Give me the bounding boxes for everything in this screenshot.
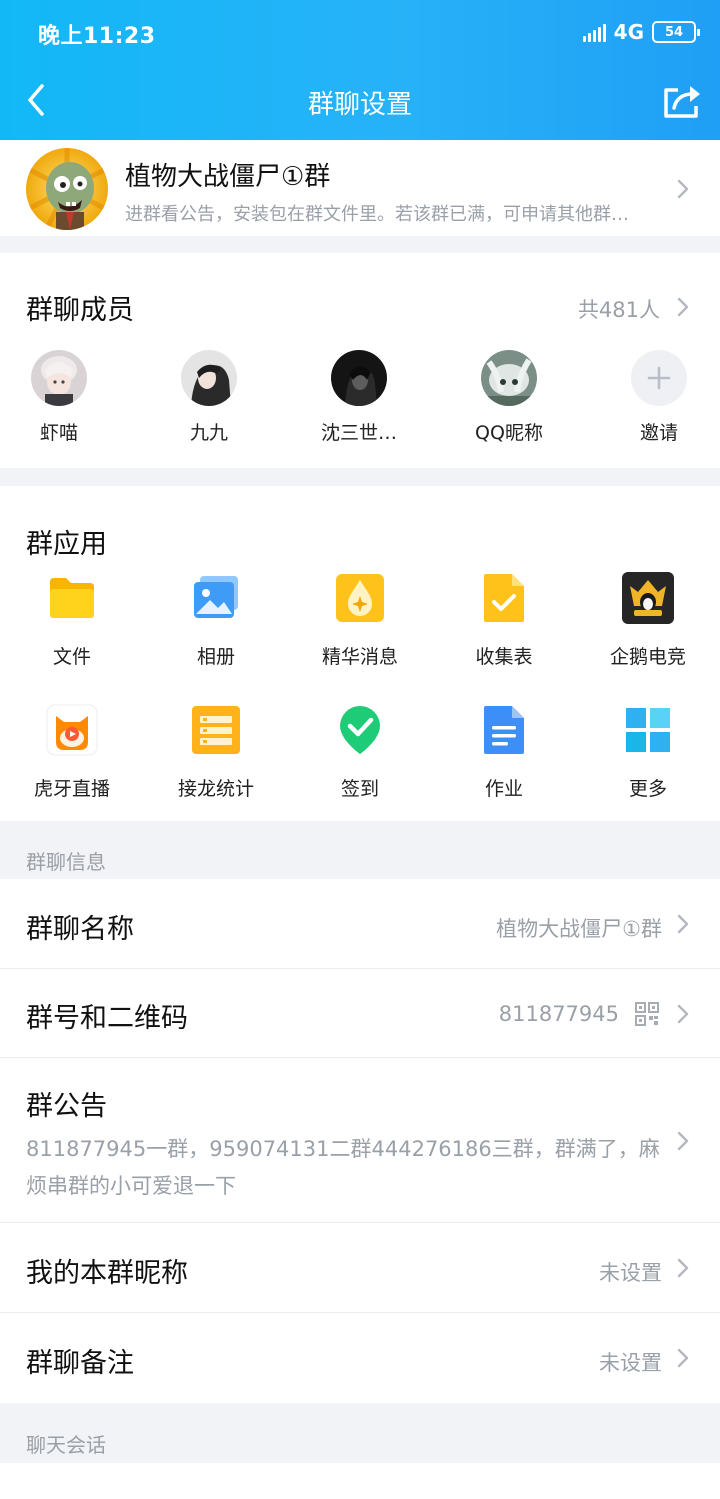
row-label: 群聊名称 (26, 914, 134, 945)
invite-button[interactable]: 邀请 (604, 350, 714, 445)
battery-icon: 54 (652, 21, 700, 43)
member-avatar (31, 350, 87, 406)
app-label: 相册 (196, 646, 235, 668)
homework-icon (484, 706, 524, 754)
chevron-right-icon (677, 1348, 689, 1368)
app-label: 文件 (52, 646, 91, 668)
plus-icon (631, 350, 687, 406)
row-value: 未设置 (599, 1261, 662, 1285)
chevron-right-icon (677, 914, 689, 934)
share-icon[interactable] (660, 80, 704, 122)
row-value: 811877945 (498, 1002, 619, 1026)
status-indicators: 4G 54 (582, 18, 700, 46)
group-number-row[interactable]: 群号和二维码 811877945 (0, 969, 720, 1057)
group-name: 植物大战僵尸①群 (125, 162, 331, 192)
more-grid-icon (626, 708, 670, 752)
apps-title: 群应用 (26, 529, 107, 560)
app-item-essence[interactable]: 精华消息 (300, 572, 420, 669)
group-name-row[interactable]: 群聊名称 植物大战僵尸①群 (0, 879, 720, 968)
row-label: 群公告 (26, 1091, 107, 1122)
app-item-homework[interactable]: 作业 (444, 704, 564, 801)
app-label: 更多 (628, 778, 667, 800)
chevron-right-icon (677, 1131, 689, 1151)
notice-text: 811877945一群，959074131二群444276186三群，群满了，麻… (26, 1137, 660, 1198)
row-value: 未设置 (599, 1351, 662, 1375)
app-item-huya[interactable]: 虎牙直播 (12, 704, 132, 801)
app-item-solitaire[interactable]: 接龙统计 (156, 704, 276, 801)
section-title-group-info: 群聊信息 (26, 850, 106, 874)
my-nickname-row[interactable]: 我的本群昵称 未设置 (0, 1223, 720, 1312)
group-profile-row[interactable]: 植物大战僵尸①群 进群看公告，安装包在群文件里。若该群已满，可申请其他群… (0, 140, 720, 236)
member-avatar (481, 350, 537, 406)
group-remark-row[interactable]: 群聊备注 未设置 (0, 1313, 720, 1403)
qr-code-icon (635, 1002, 659, 1026)
invite-label: 邀请 (639, 422, 678, 444)
chat-section-row-partial[interactable] (0, 1463, 720, 1499)
members-count[interactable]: 共481人 (578, 294, 660, 324)
esports-icon (622, 572, 674, 624)
app-label: 精华消息 (321, 646, 398, 668)
app-item-checkin[interactable]: 签到 (300, 704, 420, 801)
chevron-right-icon (677, 1004, 689, 1024)
chevron-right-icon (677, 179, 689, 199)
members-section: 群聊成员 共481人 虾喵 九九 沈三世… QQ昵称 邀请 (0, 253, 720, 468)
member-name: 沈三世… (320, 422, 397, 444)
app-item-form[interactable]: 收集表 (444, 572, 564, 669)
app-label: 签到 (340, 778, 379, 800)
folder-icon (50, 578, 94, 618)
member-item[interactable]: 虾喵 (4, 350, 114, 445)
solitaire-icon (192, 706, 240, 754)
group-avatar (26, 148, 108, 230)
app-item-file[interactable]: 文件 (12, 572, 132, 669)
app-item-more[interactable]: 更多 (588, 704, 708, 801)
member-item[interactable]: 沈三世… (304, 350, 414, 445)
huya-icon (46, 704, 98, 756)
members-title: 群聊成员 (26, 295, 134, 326)
row-label: 群聊备注 (26, 1348, 134, 1379)
app-label: 收集表 (475, 646, 533, 668)
group-notice-row[interactable]: 群公告 811877945一群，959074131二群444276186三群，群… (0, 1058, 720, 1222)
chevron-right-icon[interactable] (676, 296, 690, 318)
signal-icon (582, 22, 606, 42)
member-avatar (331, 350, 387, 406)
checkin-icon (340, 706, 380, 754)
essence-icon (336, 574, 384, 622)
member-name: 九九 (189, 422, 228, 444)
battery-level: 54 (664, 24, 684, 40)
app-label: 虎牙直播 (33, 778, 110, 800)
row-label: 群号和二维码 (26, 1003, 188, 1034)
app-item-esports[interactable]: 企鹅电竞 (588, 572, 708, 669)
section-title-chat: 聊天会话 (26, 1433, 106, 1457)
member-name: 虾喵 (39, 422, 78, 444)
app-label: 作业 (484, 778, 523, 800)
member-avatar (181, 350, 237, 406)
member-item[interactable]: 九九 (154, 350, 264, 445)
page-title: 群聊设置 (307, 90, 412, 120)
header-bar: 晚上11:23 4G 54 群聊设置 (0, 0, 720, 140)
form-icon (484, 574, 524, 622)
row-label: 我的本群昵称 (26, 1258, 188, 1289)
app-label: 企鹅电竞 (609, 646, 686, 668)
group-description: 进群看公告，安装包在群文件里。若该群已满，可申请其他群… (125, 204, 629, 225)
row-value: 植物大战僵尸①群 (496, 917, 662, 941)
network-type: 4G (613, 20, 644, 44)
member-item[interactable]: QQ昵称 (454, 350, 564, 445)
member-name: QQ昵称 (475, 422, 543, 444)
status-time: 晚上11:23 (38, 24, 156, 49)
group-apps-section: 群应用 文件 相册 精华消息 收集表 企鹅电竞 虎牙直播 接龙统计 签到 作业 … (0, 486, 720, 821)
chevron-right-icon (677, 1258, 689, 1278)
app-label: 接龙统计 (177, 778, 254, 800)
album-icon (194, 576, 238, 618)
app-item-album[interactable]: 相册 (156, 572, 276, 669)
